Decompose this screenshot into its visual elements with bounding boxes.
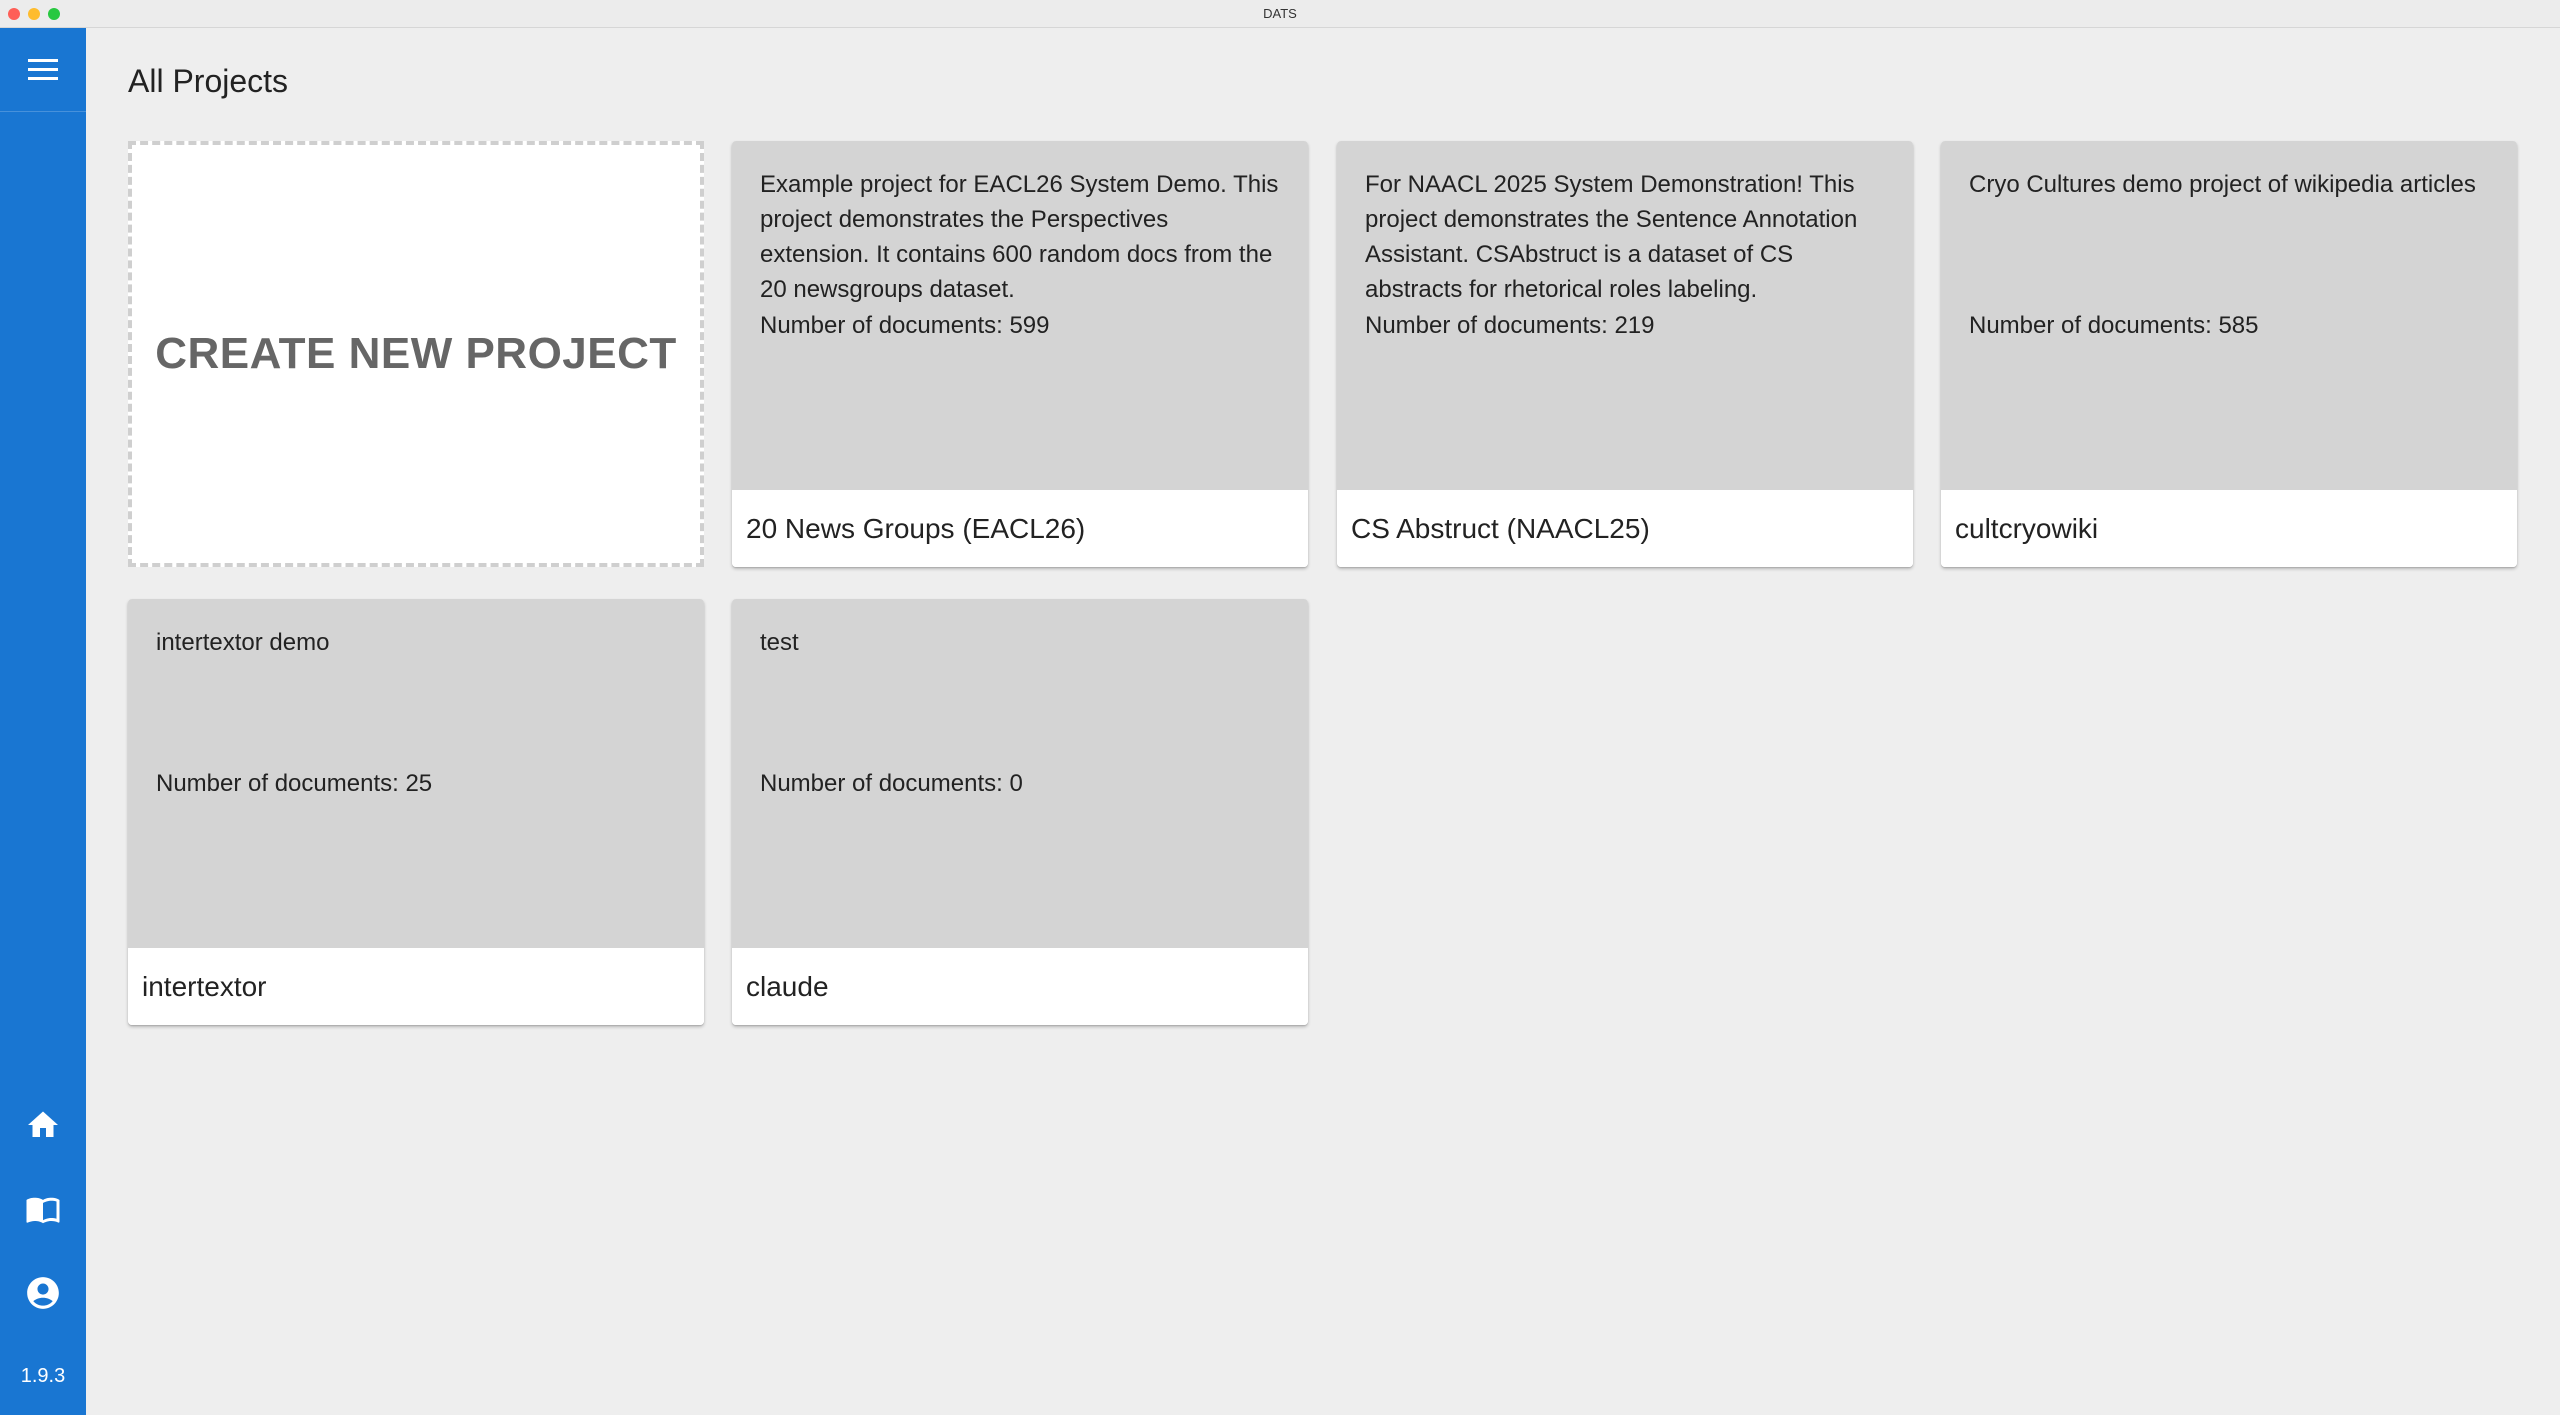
- project-description-area: test Number of documents: 0: [732, 599, 1308, 948]
- project-name: intertextor: [128, 948, 704, 1025]
- project-doc-count: Number of documents: 0: [760, 770, 1023, 797]
- documentation-button[interactable]: [0, 1174, 86, 1244]
- create-new-project-label: CREATE NEW PROJECT: [155, 329, 677, 378]
- project-description: For NAACL 2025 System Demonstration! Thi…: [1365, 171, 1858, 303]
- account-button[interactable]: [0, 1258, 86, 1328]
- project-description-area: Cryo Cultures demo project of wikipedia …: [1941, 141, 2517, 490]
- book-icon: [26, 1197, 60, 1224]
- create-new-project-button[interactable]: CREATE NEW PROJECT: [128, 141, 704, 567]
- project-doc-count: Number of documents: 599: [760, 312, 1050, 339]
- project-doc-count: Number of documents: 219: [1365, 312, 1655, 339]
- main-content: All Projects CREATE NEW PROJECT Example …: [86, 28, 2560, 1415]
- project-name: claude: [732, 948, 1308, 1025]
- project-card[interactable]: test Number of documents: 0 claude: [732, 599, 1308, 1025]
- project-description: Cryo Cultures demo project of wikipedia …: [1969, 171, 2476, 198]
- home-button[interactable]: [0, 1090, 86, 1160]
- project-doc-count: Number of documents: 25: [156, 770, 433, 797]
- project-description: intertextor demo: [156, 629, 330, 656]
- app-version: 1.9.3: [20, 1365, 66, 1387]
- project-description: Example project for EACL26 System Demo. …: [760, 171, 1279, 303]
- menu-button[interactable]: [0, 28, 86, 112]
- project-card[interactable]: Cryo Cultures demo project of wikipedia …: [1941, 141, 2517, 567]
- menu-icon: [28, 58, 58, 80]
- project-doc-count: Number of documents: 585: [1969, 312, 2259, 339]
- window-title: DATS: [1263, 6, 1297, 21]
- project-name: CS Abstruct (NAACL25): [1337, 490, 1913, 567]
- project-card[interactable]: intertextor demo Number of documents: 25…: [128, 599, 704, 1025]
- window-titlebar: DATS: [0, 0, 2560, 28]
- project-description-area: For NAACL 2025 System Demonstration! Thi…: [1337, 141, 1913, 490]
- account-icon: [27, 1277, 59, 1309]
- project-name: 20 News Groups (EACL26): [732, 490, 1308, 567]
- home-icon: [28, 1111, 58, 1137]
- project-card[interactable]: For NAACL 2025 System Demonstration! Thi…: [1337, 141, 1913, 567]
- page-title: All Projects: [128, 63, 289, 99]
- project-description: test: [760, 629, 799, 656]
- project-card[interactable]: Example project for EACL26 System Demo. …: [732, 141, 1308, 567]
- sidebar: 1.9.3: [0, 28, 86, 1415]
- project-description-area: intertextor demo Number of documents: 25: [128, 599, 704, 948]
- project-description-area: Example project for EACL26 System Demo. …: [732, 141, 1308, 490]
- project-name: cultcryowiki: [1941, 490, 2517, 567]
